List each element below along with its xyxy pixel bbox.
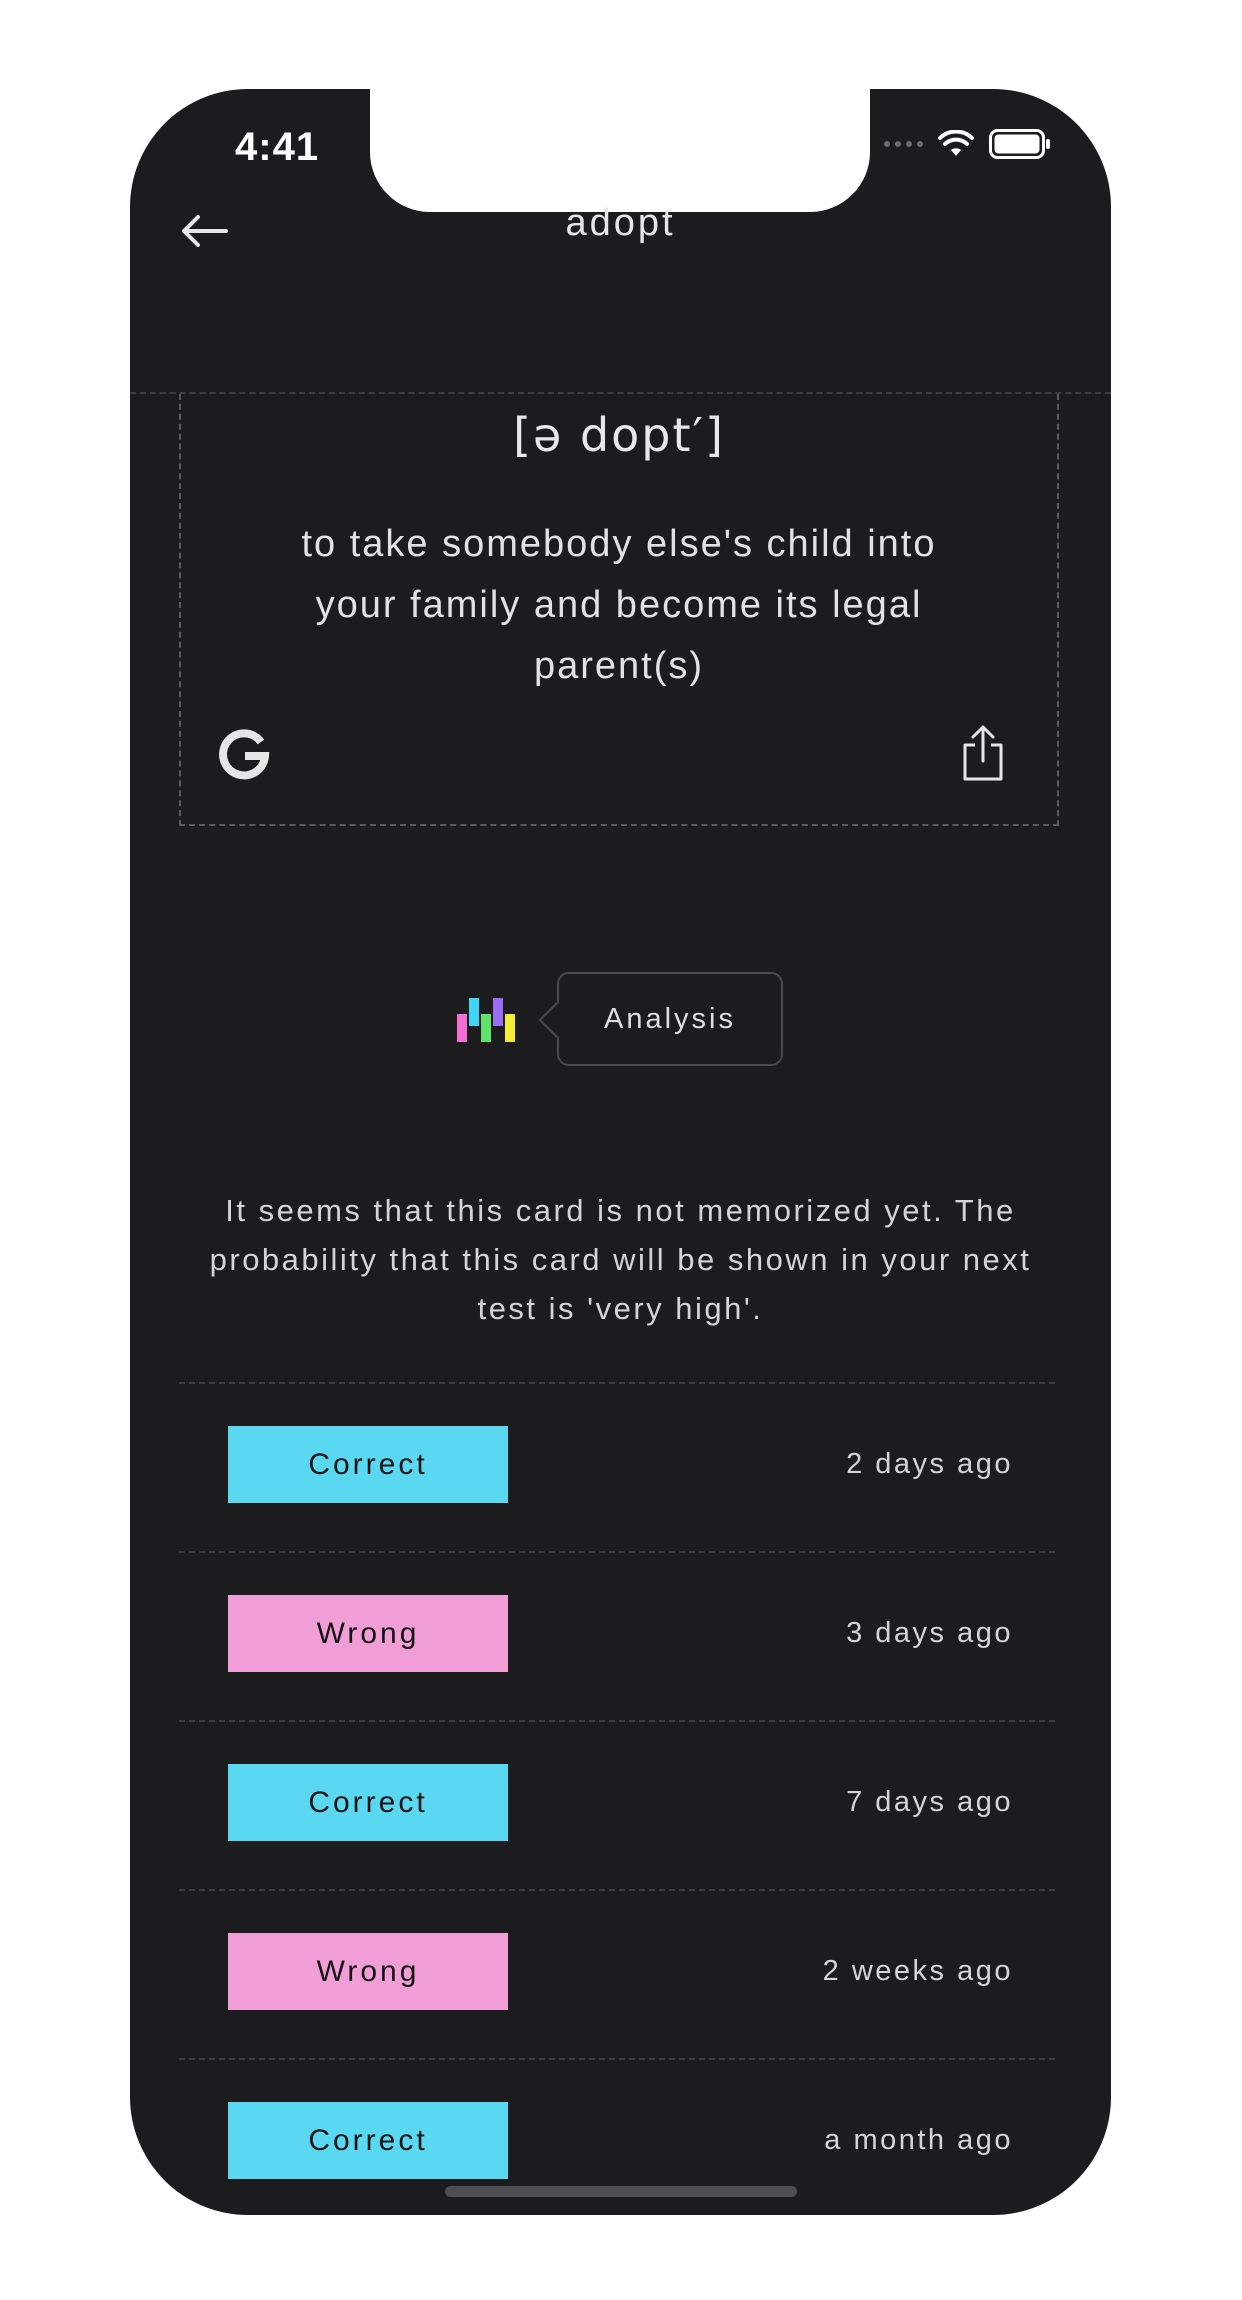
share-button[interactable] xyxy=(959,723,1007,783)
result-badge: Correct xyxy=(228,1764,508,1841)
result-time: 7 days ago xyxy=(846,1786,1013,1818)
battery-icon xyxy=(989,129,1050,159)
history-row: Correct 7 days ago xyxy=(179,1720,1055,1889)
word-card: [ə dopt′] to take somebody else's child … xyxy=(179,394,1059,826)
notch xyxy=(370,89,870,212)
analysis-button[interactable]: Analysis xyxy=(557,972,783,1066)
home-indicator[interactable] xyxy=(445,2186,797,2197)
google-icon xyxy=(219,729,270,780)
bar-chart-logo-icon xyxy=(457,998,515,1042)
analysis-message: It seems that this card is not memorized… xyxy=(209,1193,1032,1326)
history-row: Correct 2 days ago xyxy=(179,1382,1055,1551)
definition-text: to take somebody else's child into your … xyxy=(301,523,937,687)
result-time: 3 days ago xyxy=(846,1617,1013,1649)
result-badge: Correct xyxy=(228,1426,508,1503)
google-search-button[interactable] xyxy=(217,729,271,783)
result-time: 2 weeks ago xyxy=(822,1955,1013,1987)
history-row: Wrong 3 days ago xyxy=(179,1551,1055,1720)
result-badge: Wrong xyxy=(228,1595,508,1672)
history-row: Wrong 2 weeks ago xyxy=(179,1889,1055,2058)
cellular-signal-icon xyxy=(884,141,923,147)
phonetic-text: [ə dopt′] xyxy=(513,408,725,462)
wifi-icon xyxy=(938,130,974,156)
result-badge: Wrong xyxy=(228,1933,508,2010)
result-time: a month ago xyxy=(824,2124,1013,2156)
status-icons xyxy=(884,129,1051,159)
analysis-section: Analysis xyxy=(455,972,835,1068)
status-time: 4:41 xyxy=(235,125,320,169)
phone-screen: 4:41 adopt [ə dopt′] to take somebody el… xyxy=(130,89,1111,2215)
result-time: 2 days ago xyxy=(846,1448,1013,1480)
share-icon xyxy=(963,725,1003,781)
history-list: Correct 2 days ago Wrong 3 days ago Corr… xyxy=(179,1382,1055,2215)
page-title: adopt xyxy=(565,202,676,244)
result-badge: Correct xyxy=(228,2102,508,2179)
